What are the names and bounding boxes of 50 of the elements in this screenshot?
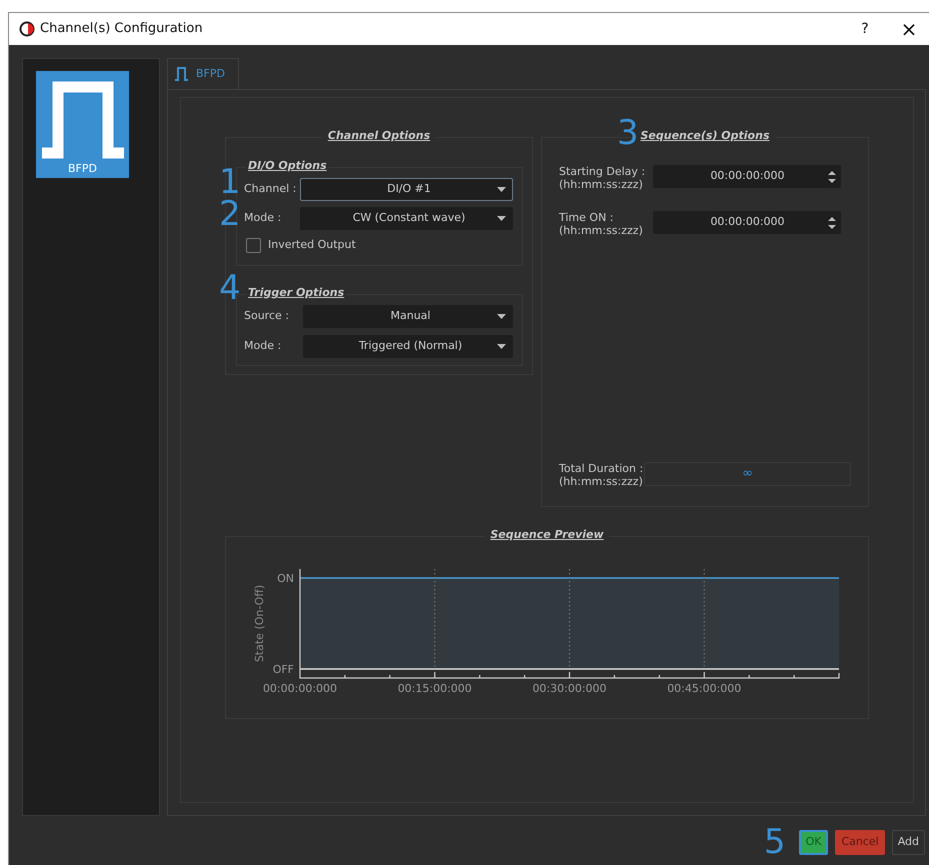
field-label: Time ON :	[559, 211, 615, 224]
format-hint: (hh:mm:ss:zzz)	[559, 475, 644, 488]
checkbox[interactable]	[246, 238, 261, 253]
field-label: Starting Delay :	[559, 165, 646, 178]
app-logo-icon	[19, 21, 35, 37]
checkbox-label: Inverted Output	[268, 237, 356, 253]
window-title: Channel(s) Configuration	[40, 20, 203, 38]
channel-tab[interactable]: BFPD	[167, 58, 239, 89]
x-tick-label: 00:30:00:000	[532, 682, 607, 695]
y-tick-label: ON	[277, 572, 294, 585]
field-label: Mode :	[244, 338, 282, 354]
spin-arrows-icon[interactable]	[828, 216, 836, 230]
pulse-icon	[40, 81, 126, 159]
spin-arrows-icon[interactable]	[828, 170, 836, 184]
time-spinbox[interactable]: 00:00:00:000	[653, 211, 841, 234]
total-duration-field: ∞	[644, 462, 851, 486]
group-title: DI/O Options	[246, 158, 329, 174]
field-label: Channel :	[244, 181, 298, 198]
dropdown-caret-icon	[497, 314, 506, 319]
dropdown-caret-icon	[497, 187, 506, 192]
dropdown[interactable]: DI/O #1	[300, 178, 513, 201]
pulse-icon	[174, 66, 190, 82]
dropdown-caret-icon	[497, 216, 506, 221]
dropdown-caret-icon	[497, 344, 506, 349]
add-button[interactable]: Add	[892, 830, 925, 854]
group-title: Sequence Preview	[484, 527, 610, 544]
group-title: Trigger Options	[246, 285, 346, 302]
format-hint: (hh:mm:ss:zzz)	[559, 224, 644, 237]
y-axis-label: State (On-Off)	[253, 584, 266, 662]
x-tick-label: 00:45:00:000	[667, 682, 742, 695]
callout-number: 1	[219, 165, 241, 199]
callout-number: 5	[764, 825, 786, 859]
x-tick-label: 00:00:00:000	[262, 682, 338, 695]
callout-number: 2	[219, 197, 241, 231]
format-hint: (hh:mm:ss:zzz)	[559, 178, 644, 191]
group-title: Sequence(s) Options	[634, 128, 776, 144]
field-label: Mode :	[244, 210, 282, 226]
channel-label: BFPD	[68, 161, 97, 177]
time-spinbox[interactable]: 00:00:00:000	[653, 165, 841, 188]
close-button[interactable]: ×	[899, 19, 919, 39]
help-button[interactable]: ?	[855, 18, 875, 40]
field-label: Total Duration :	[559, 462, 644, 475]
group-title: Channel Options	[322, 128, 436, 144]
dropdown[interactable]: CW (Constant wave)	[300, 207, 513, 230]
y-tick-label: OFF	[272, 663, 294, 676]
x-tick-label: 00:15:00:000	[398, 682, 472, 695]
field-label: Source :	[244, 308, 290, 324]
callout-number: 4	[219, 271, 241, 305]
dropdown[interactable]: Triggered (Normal)	[303, 335, 513, 358]
dropdown[interactable]: Manual	[303, 305, 513, 328]
